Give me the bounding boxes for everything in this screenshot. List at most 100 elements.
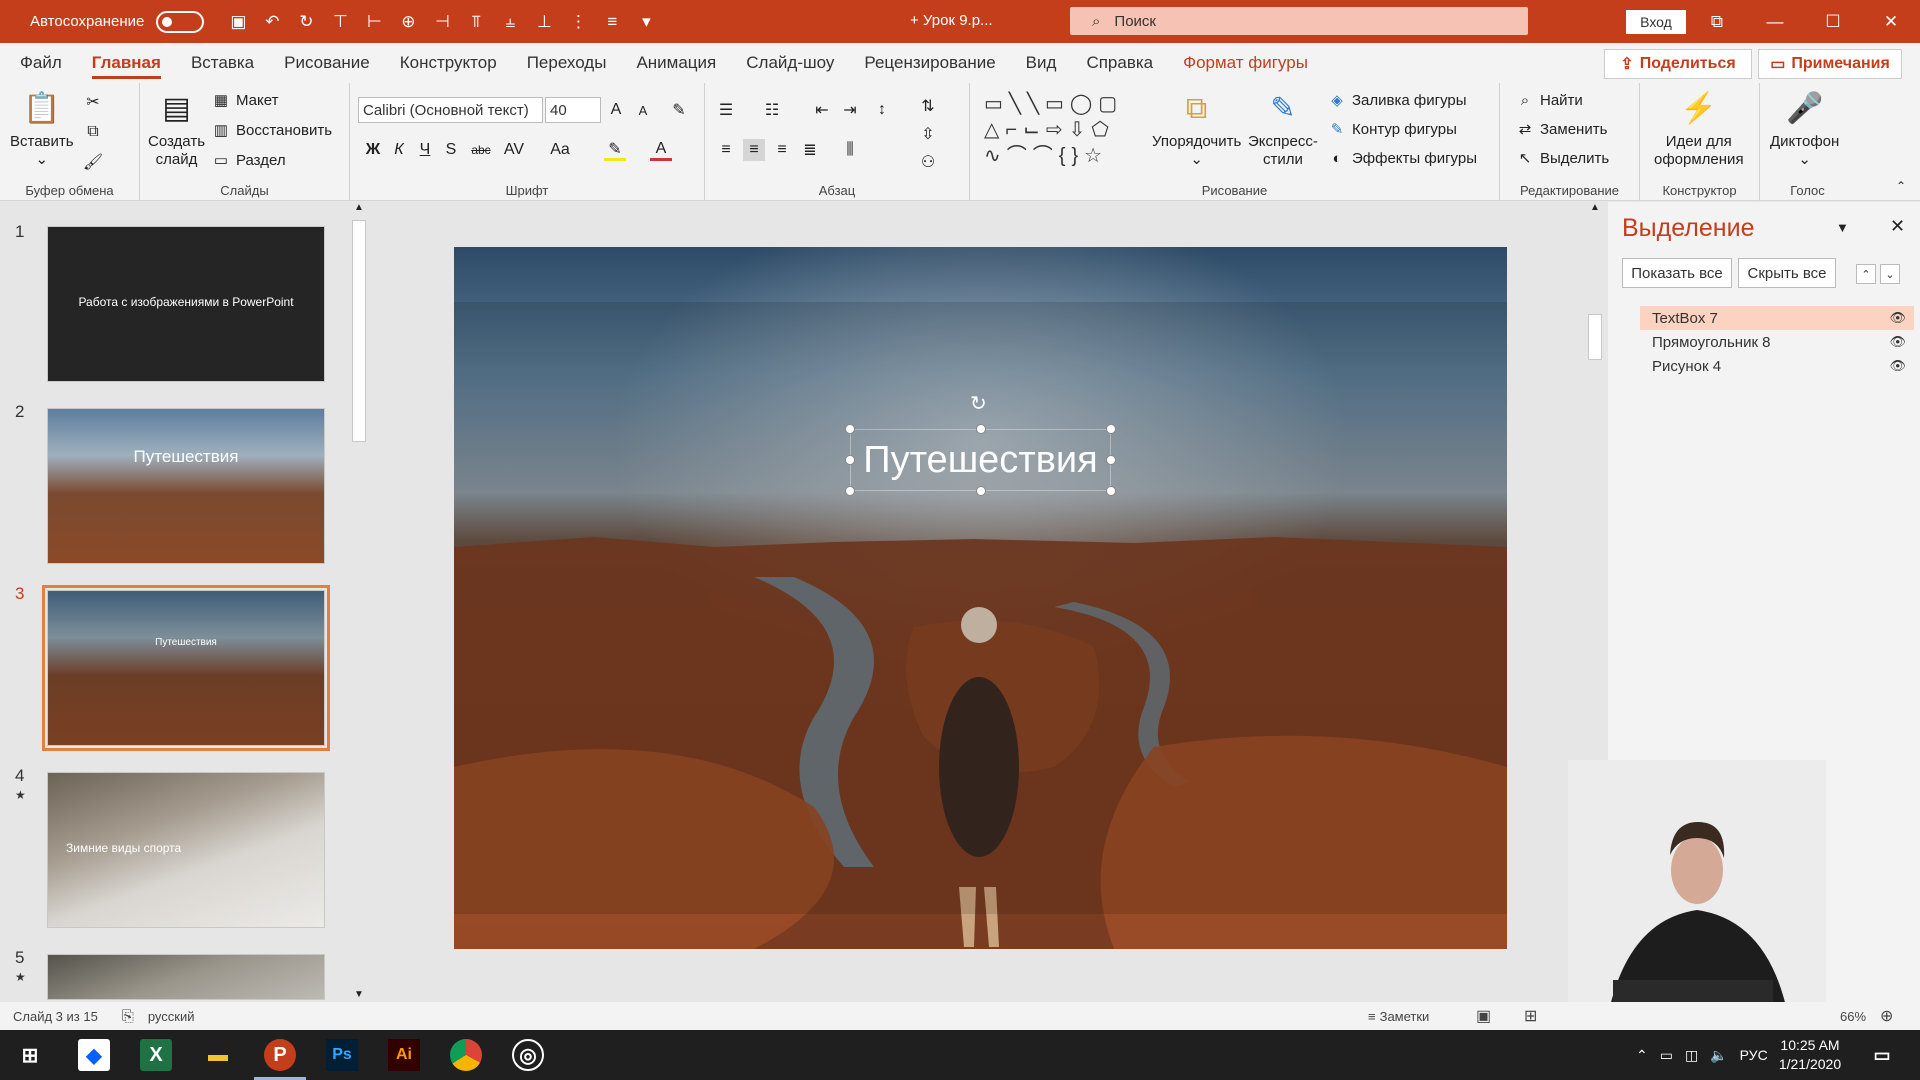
send-backward-icon[interactable]: ⌄ (1880, 264, 1900, 284)
selection-item[interactable]: Прямоугольник 8 👁 (1640, 330, 1914, 354)
arrange-button[interactable]: ⧉ Упорядочить ⌄ (1152, 89, 1241, 169)
obs-icon[interactable]: ◎ (512, 1039, 544, 1071)
curve-shape-icon[interactable]: ∿ (984, 145, 1007, 167)
shadow-button[interactable]: S (440, 139, 462, 161)
align-right-icon[interactable]: ⊣ (430, 10, 454, 34)
resize-handle-bl[interactable] (845, 486, 855, 496)
align-bottom-icon[interactable]: ⊥ (532, 10, 556, 34)
quick-styles-button[interactable]: ✎ Экспресс- стили (1248, 89, 1318, 169)
line-shape-icon[interactable]: ╲ (1009, 93, 1027, 115)
elbow-shape-icon[interactable]: ⌙ (1023, 119, 1046, 141)
select-button[interactable]: ↖ Выделить (1516, 149, 1610, 168)
rotate-handle-icon[interactable]: ↻ (970, 391, 987, 416)
resize-handle-t[interactable] (976, 424, 986, 434)
star-shape-icon[interactable]: ☆ (1084, 145, 1108, 167)
resize-handle-tl[interactable] (845, 424, 855, 434)
dictate-button[interactable]: 🎤 Диктофон ⌄ (1770, 89, 1839, 169)
align-top2-icon[interactable]: ⫪ (464, 10, 488, 34)
textbox-shape-icon[interactable]: ▭ (984, 93, 1009, 115)
slide-thumbnail[interactable] (47, 954, 325, 1000)
selection-item[interactable]: TextBox 7 👁 (1640, 306, 1914, 330)
align-center-icon[interactable]: ⊕ (396, 10, 420, 34)
decrease-indent-icon[interactable]: ⇤ (811, 99, 833, 121)
tab-home[interactable]: Главная (77, 43, 176, 83)
format-painter-icon[interactable]: 🖌 (82, 151, 104, 173)
highlight-icon[interactable]: ✎ (604, 139, 626, 161)
spellcheck-icon[interactable]: ⎘ (122, 1008, 134, 1025)
font-size-select[interactable]: 40 (545, 97, 601, 123)
font-name-select[interactable]: Calibri (Основной текст) (358, 97, 543, 123)
tab-review[interactable]: Рецензирование (849, 43, 1010, 83)
sign-in-button[interactable]: Вход (1626, 10, 1686, 34)
collapse-ribbon-icon[interactable]: ⌃ (1890, 175, 1912, 197)
scroll-down-icon[interactable]: ▼ (350, 989, 368, 1000)
replace-button[interactable]: ⇄ Заменить (1516, 120, 1608, 139)
pane-close-icon[interactable]: ✕ (1890, 216, 1905, 237)
resize-handle-tr[interactable] (1106, 424, 1116, 434)
scroll-thumb[interactable] (1588, 314, 1602, 360)
visibility-eye-icon[interactable]: 👁 (1889, 358, 1906, 374)
shape-outline-button[interactable]: ✎ Контур фигуры (1328, 120, 1457, 139)
smartart-icon[interactable]: ⚇ (917, 151, 939, 173)
photoshop-icon[interactable]: Ps (326, 1039, 358, 1071)
paste-button[interactable]: 📋 Вставить ⌄ (10, 89, 74, 169)
slide-thumbnail-selected[interactable]: Путешествия (42, 585, 330, 751)
dropbox-icon[interactable]: ◆ (78, 1039, 110, 1071)
line-spacing-icon[interactable]: ↕ (871, 99, 893, 121)
triangle-shape-icon[interactable]: △ (984, 119, 1005, 141)
tab-view[interactable]: Вид (1011, 43, 1072, 83)
freeform-shape-icon[interactable]: ⌒ (1007, 145, 1033, 167)
design-ideas-button[interactable]: ⚡ Идеи для оформления (1654, 89, 1744, 169)
resize-handle-b[interactable] (976, 486, 986, 496)
visibility-eye-icon[interactable]: 👁 (1889, 334, 1906, 350)
thumbnails-scrollbar[interactable]: ▲ ▼ (350, 202, 368, 1002)
hide-all-button[interactable]: Скрыть все (1738, 258, 1836, 288)
pane-options-icon[interactable]: ▼ (1836, 220, 1849, 235)
bullets-icon[interactable]: ☰ (715, 99, 737, 121)
line2-shape-icon[interactable]: ╲ (1027, 93, 1045, 115)
undo-icon[interactable]: ↶ (260, 10, 284, 34)
editor-scrollbar[interactable]: ▲ (1586, 202, 1604, 758)
arc-shape-icon[interactable]: ⌒ (1033, 145, 1059, 167)
align-middle-icon[interactable]: ⫨ (498, 10, 522, 34)
distribute-h-icon[interactable]: ⋮ (566, 10, 590, 34)
volume-icon[interactable]: 🔈 (1710, 1047, 1727, 1064)
section-button[interactable]: ▭ Раздел (212, 151, 286, 170)
shrink-font-icon[interactable]: A (632, 99, 654, 121)
notes-button[interactable]: ≡ Заметки (1368, 1009, 1429, 1024)
align-top-icon[interactable]: ⊤ (328, 10, 352, 34)
file-explorer-icon[interactable]: ▬ (202, 1039, 234, 1071)
bold-button[interactable]: Ж (362, 139, 384, 161)
pentagon-shape-icon[interactable]: ⬠ (1091, 119, 1114, 141)
numbering-icon[interactable]: ☷ (761, 99, 783, 121)
maximize-icon[interactable]: ☐ (1804, 0, 1862, 43)
bring-forward-icon[interactable]: ⌃ (1856, 264, 1876, 284)
notifications-icon[interactable]: ▭ (1866, 1039, 1898, 1071)
language-indicator[interactable]: русский (148, 1009, 195, 1024)
scroll-thumb[interactable] (352, 220, 366, 442)
align-text-icon[interactable]: ⇳ (917, 123, 939, 145)
italic-button[interactable]: К (388, 139, 410, 161)
text-direction-icon[interactable]: ⇅ (917, 95, 939, 117)
show-all-button[interactable]: Показать все (1622, 258, 1732, 288)
brace-right-shape-icon[interactable]: } (1071, 145, 1084, 167)
input-language[interactable]: РУС (1740, 1047, 1768, 1063)
increase-indent-icon[interactable]: ⇥ (839, 99, 861, 121)
slide-thumbnail[interactable]: Путешествия (47, 408, 325, 564)
columns-icon[interactable]: ⫼ (839, 139, 861, 161)
normal-view-icon[interactable]: ▣ (1476, 1006, 1491, 1026)
rectangle-shape-icon[interactable]: ▭ (1045, 93, 1070, 115)
tab-design[interactable]: Конструктор (385, 43, 512, 83)
change-case-button[interactable]: Aa (546, 139, 574, 161)
shapes-gallery[interactable]: ▭╲╲▭◯▢ △⌐⌙⇨⇩⬠ ∿⌒⌒{}☆ (984, 91, 1134, 171)
char-spacing-button[interactable]: AV (500, 139, 528, 161)
zoom-level[interactable]: 66% (1840, 1009, 1866, 1024)
find-button[interactable]: ⌕ Найти (1516, 91, 1583, 109)
reset-button[interactable]: ▥ Восстановить (212, 121, 332, 140)
scroll-up-icon[interactable]: ▲ (350, 202, 368, 213)
slide-thumbnail[interactable]: Зимние виды спорта (47, 772, 325, 928)
font-color-icon[interactable]: A (650, 139, 672, 161)
tab-help[interactable]: Справка (1071, 43, 1168, 83)
grow-font-icon[interactable]: A (605, 99, 627, 121)
clear-format-icon[interactable]: ✎ (668, 99, 690, 121)
